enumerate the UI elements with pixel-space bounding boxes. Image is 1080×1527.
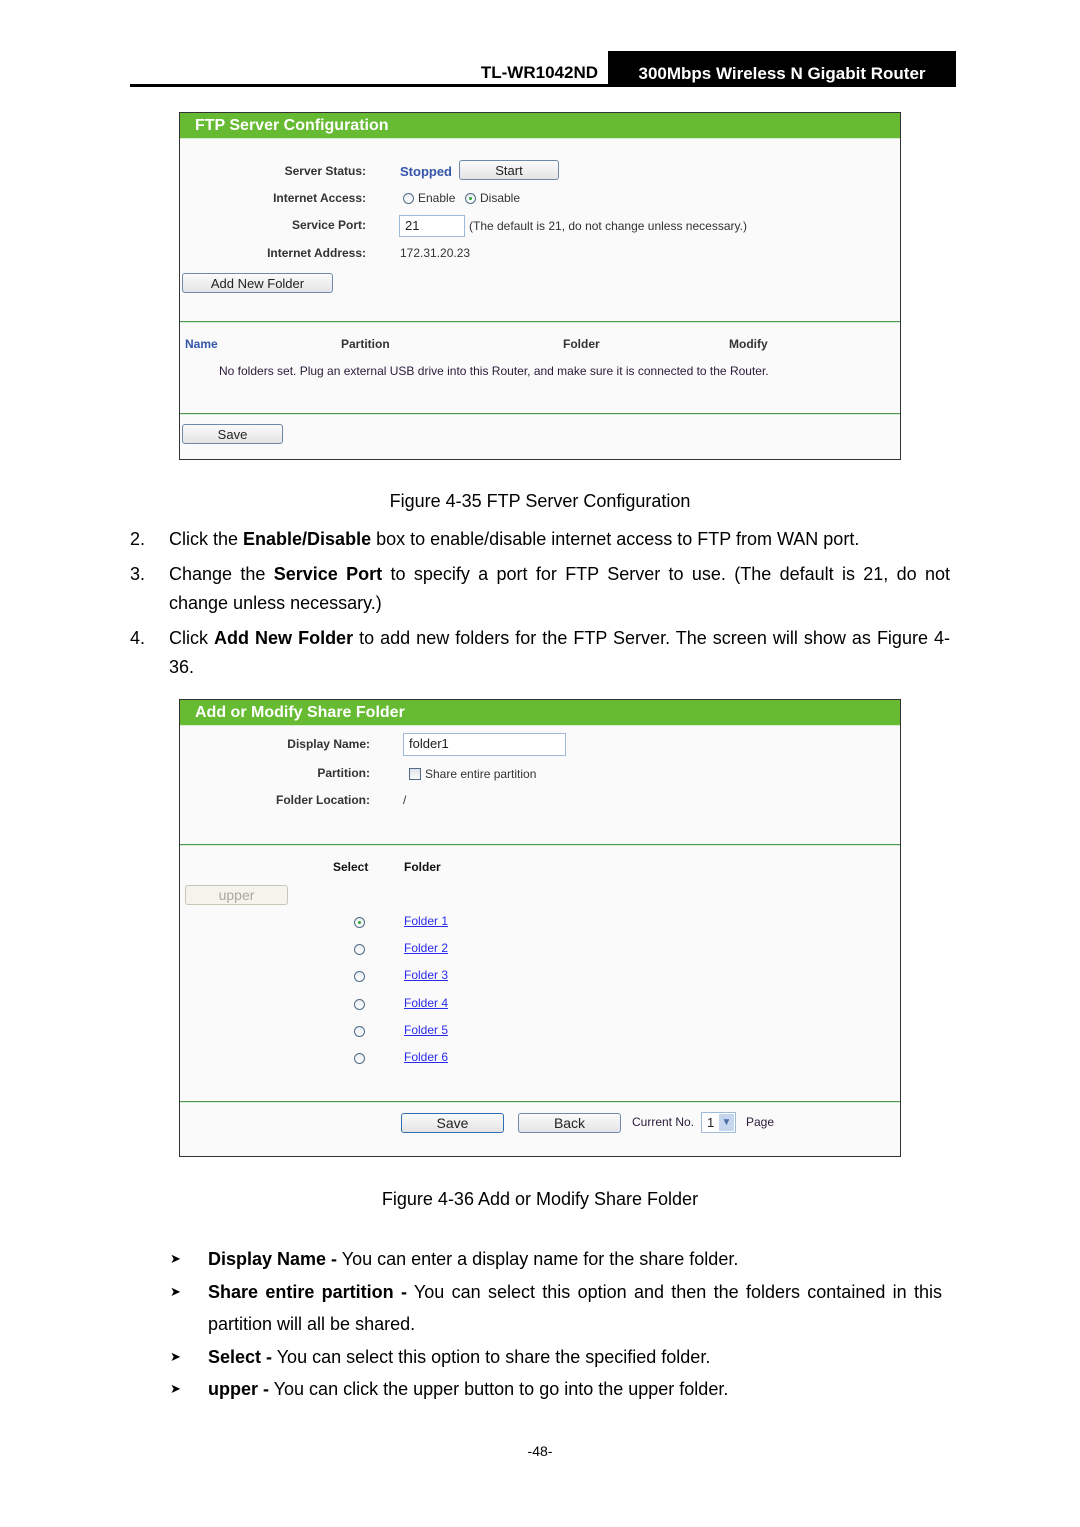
column-header-partition: Partition [341,337,390,351]
empty-folders-message: No folders set. Plug an external USB dri… [219,364,769,378]
chevron-down-icon: ▼ [719,1114,734,1131]
bullet-text: You can enter a display name for the sha… [337,1249,739,1269]
ftp-server-panel: FTP Server Configuration Server Status: … [179,112,901,460]
partition-label: Partition: [317,766,370,780]
folder-select-radio[interactable] [354,1053,365,1064]
folder-select-radio[interactable] [354,1026,365,1037]
enable-radio[interactable] [403,193,414,204]
section-divider [180,1101,900,1103]
folder-location-value: / [403,793,407,807]
step-bold: Enable/Disable [243,529,372,549]
figure-caption: Figure 4-35 FTP Server Configuration [389,491,691,511]
arrowhead-bullet-icon: ➤ [170,1349,181,1364]
panel-title: FTP Server Configuration [180,113,900,139]
folder-link[interactable]: Folder 3 [404,968,448,982]
page-number: -48- [527,1443,553,1459]
step-number: 2. [130,529,146,549]
server-status-label: Server Status: [284,164,366,178]
folder-link[interactable]: Folder 5 [404,1023,448,1037]
folder-select-radio[interactable] [354,999,365,1010]
model-name: TL-WR1042ND [480,63,598,82]
service-port-input[interactable]: 21 [399,215,465,237]
figure-caption: Figure 4-36 Add or Modify Share Folder [381,1189,699,1209]
page-number-value: 1 [707,1115,715,1130]
bullet-text: You can click the upper button to go int… [269,1379,729,1399]
disable-radio[interactable] [465,193,476,204]
bullet-term: Display Name - [208,1249,338,1269]
step-bold: Service Port [273,564,383,584]
product-name: 300Mbps Wireless N Gigabit Router [608,51,956,85]
section-divider [180,321,900,323]
step-number: 3. [130,564,146,584]
folder-link[interactable]: Folder 1 [404,914,448,928]
internet-access-label: Internet Access: [273,191,366,205]
arrowhead-bullet-icon: ➤ [170,1251,181,1266]
step-number: 4. [130,628,146,648]
save-button[interactable]: Save [182,424,283,444]
step-text: box to enable/disable internet access to… [371,529,860,549]
column-header-folder: Folder [563,337,600,351]
folder-column-header: Folder [404,860,441,874]
add-new-folder-button[interactable]: Add New Folder [182,273,333,293]
folder-link[interactable]: Folder 6 [404,1050,448,1064]
document-header: TL-WR1042ND 300Mbps Wireless N Gigabit R… [130,51,956,87]
header-rule [130,84,956,87]
folder-select-radio[interactable] [354,971,365,982]
internet-address-value: 172.31.20.23 [400,246,471,260]
save-button[interactable]: Save [401,1113,504,1133]
folder-link[interactable]: Folder 2 [404,941,448,955]
upper-button[interactable]: upper [185,885,288,905]
arrowhead-bullet-icon: ➤ [170,1381,181,1396]
column-header-name: Name [185,337,218,351]
section-divider [180,413,900,415]
folder-select-radio[interactable] [354,944,365,955]
bullet-text: You can select this option to share the … [272,1347,711,1367]
page-number-select[interactable]: 1 ▼ [701,1112,736,1133]
bullet-term: Select - [208,1347,273,1367]
display-name-label: Display Name: [287,737,370,751]
step-text: Click [169,628,215,648]
section-divider [180,844,900,846]
service-port-hint: (The default is 21, do not change unless… [469,219,747,233]
service-port-label: Service Port: [291,218,366,232]
server-status-value: Stopped [400,164,452,179]
share-entire-partition-label: Share entire partition [425,767,537,781]
display-name-input[interactable]: folder1 [403,733,566,756]
share-folder-panel: Add or Modify Share Folder Display Name:… [179,699,901,1157]
disable-radio-label: Disable [480,191,521,205]
enable-radio-label: Enable [418,191,456,205]
current-no-label: Current No. [632,1115,695,1129]
bullet-term: upper - [208,1379,269,1399]
share-entire-partition-checkbox[interactable] [409,768,421,780]
folder-select-radio[interactable] [354,917,365,928]
folder-link[interactable]: Folder 4 [404,996,448,1010]
back-button[interactable]: Back [518,1113,621,1133]
step-bold: Add New Folder [214,628,354,648]
bullet-term: Share entire partition - [208,1282,407,1302]
column-header-modify: Modify [729,337,768,351]
arrowhead-bullet-icon: ➤ [170,1284,181,1299]
step-text: Click the [169,529,244,549]
start-button[interactable]: Start [459,160,559,180]
select-column-header: Select [333,860,369,874]
panel-title: Add or Modify Share Folder [180,700,900,726]
step-text: Change the [169,564,274,584]
internet-address-label: Internet Address: [267,246,366,260]
folder-location-label: Folder Location: [276,793,370,807]
page-label: Page [746,1115,775,1129]
